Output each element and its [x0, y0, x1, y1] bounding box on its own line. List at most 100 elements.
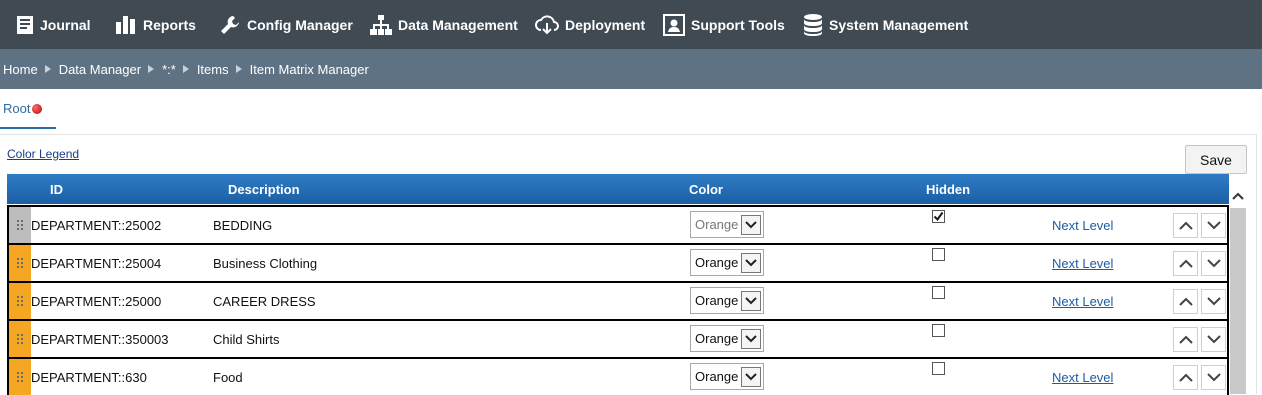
- drag-handle-icon[interactable]: [9, 359, 31, 395]
- breadcrumb-item-matrix-manager: Item Matrix Manager: [249, 61, 369, 77]
- grid-header: ID Description Color Hidden: [7, 174, 1229, 204]
- move-down-button[interactable]: [1201, 327, 1226, 352]
- next-level-link[interactable]: Next Level: [1052, 370, 1113, 385]
- drag-handle-icon[interactable]: [9, 283, 31, 319]
- scrollbar-thumb[interactable]: [1230, 208, 1246, 394]
- hidden-checkbox[interactable]: [932, 210, 945, 223]
- nav-system-management[interactable]: System Management: [803, 0, 968, 49]
- nav-reports-label: Reports: [143, 16, 196, 33]
- hidden-checkbox[interactable]: [932, 324, 945, 337]
- next-level-link[interactable]: Next Level: [1052, 218, 1113, 233]
- book-icon: [16, 15, 40, 35]
- database-icon: [803, 13, 829, 37]
- nav-journal[interactable]: Journal: [16, 0, 91, 49]
- status-dot-icon: [32, 104, 43, 114]
- tab-root-label: Root: [3, 101, 31, 116]
- user-badge-icon: [663, 13, 691, 36]
- chevron-up-icon: [1178, 221, 1193, 230]
- column-header-color[interactable]: Color: [689, 182, 723, 197]
- breadcrumb-wildcard[interactable]: *:*: [162, 62, 176, 77]
- color-select[interactable]: Orange: [690, 211, 764, 238]
- nav-journal-label: Journal: [40, 16, 91, 33]
- breadcrumb-home[interactable]: Home: [3, 62, 38, 77]
- row-id: DEPARTMENT::350003: [31, 332, 169, 347]
- hidden-checkbox[interactable]: [932, 248, 945, 261]
- chevron-down-icon: [1206, 297, 1221, 306]
- nav-data-management-label: Data Management: [398, 16, 518, 33]
- chevron-down-icon: [1206, 335, 1221, 344]
- tab-root[interactable]: Root: [0, 89, 56, 129]
- nav-deployment[interactable]: Deployment: [535, 0, 645, 49]
- hidden-checkbox[interactable]: [932, 362, 945, 375]
- move-up-button[interactable]: [1173, 289, 1198, 314]
- checkmark-icon: [933, 211, 944, 222]
- drag-handle-icon[interactable]: [9, 207, 31, 243]
- table-row: DEPARTMENT::25002 BEDDING Orange Next Le…: [7, 205, 1229, 243]
- top-nav: Journal Reports Config Manager Data Mana…: [0, 0, 1262, 49]
- table-row: DEPARTMENT::350003 Child Shirts Orange: [7, 319, 1229, 357]
- drag-handle-icon[interactable]: [9, 321, 31, 357]
- row-description: CAREER DRESS: [213, 294, 316, 309]
- move-down-button[interactable]: [1201, 289, 1226, 314]
- chevron-up-icon: [1231, 192, 1244, 200]
- cloud-download-icon: [535, 14, 565, 36]
- hidden-checkbox[interactable]: [932, 286, 945, 299]
- scroll-up-button[interactable]: [1229, 186, 1246, 206]
- chevron-up-icon: [1178, 373, 1193, 382]
- breadcrumb-separator-icon: [182, 65, 189, 73]
- breadcrumb-separator-icon: [235, 65, 242, 73]
- color-select[interactable]: Orange: [690, 325, 764, 352]
- next-level-link[interactable]: Next Level: [1052, 294, 1113, 309]
- move-up-button[interactable]: [1173, 213, 1198, 238]
- move-up-button[interactable]: [1173, 327, 1198, 352]
- column-header-description[interactable]: Description: [228, 182, 300, 197]
- color-select[interactable]: Orange: [690, 363, 764, 390]
- color-select-value: Orange: [695, 331, 739, 346]
- color-select[interactable]: Orange: [690, 287, 764, 314]
- nav-config-manager-label: Config Manager: [247, 16, 353, 33]
- chevron-down-icon: [1206, 259, 1221, 268]
- table-row: DEPARTMENT::630 Food Orange Next Level: [7, 357, 1229, 395]
- breadcrumb-separator-icon: [148, 65, 155, 73]
- nav-reports[interactable]: Reports: [115, 0, 196, 49]
- nav-config-manager[interactable]: Config Manager: [219, 0, 353, 49]
- move-up-button[interactable]: [1173, 251, 1198, 276]
- color-legend-link[interactable]: Color Legend: [7, 147, 79, 161]
- bar-chart-icon: [115, 15, 143, 35]
- row-id: DEPARTMENT::630: [31, 370, 147, 385]
- move-down-button[interactable]: [1201, 365, 1226, 390]
- breadcrumb-items[interactable]: Items: [197, 62, 229, 77]
- color-select-value: Orange: [695, 217, 739, 232]
- chevron-up-icon: [1178, 259, 1193, 268]
- nav-deployment-label: Deployment: [565, 16, 646, 33]
- nav-support-tools-label: Support Tools: [691, 16, 785, 33]
- row-description: Food: [213, 370, 243, 385]
- move-down-button[interactable]: [1201, 251, 1226, 276]
- save-button[interactable]: Save: [1185, 145, 1247, 174]
- chevron-up-icon: [1178, 335, 1193, 344]
- nav-support-tools[interactable]: Support Tools: [663, 0, 785, 49]
- color-select-value: Orange: [695, 369, 739, 384]
- breadcrumb-data-manager[interactable]: Data Manager: [59, 62, 141, 77]
- nav-system-management-label: System Management: [829, 16, 969, 33]
- drag-handle-icon[interactable]: [9, 245, 31, 281]
- row-description: Child Shirts: [213, 332, 280, 347]
- nav-data-management[interactable]: Data Management: [370, 0, 518, 49]
- row-id: DEPARTMENT::25004: [31, 256, 162, 271]
- next-level-link[interactable]: Next Level: [1052, 256, 1113, 271]
- tab-bar: Root: [0, 89, 1262, 129]
- column-header-id[interactable]: ID: [50, 182, 63, 197]
- chevron-down-icon: [741, 214, 761, 235]
- breadcrumb: Home Data Manager *:* Items Item Matrix …: [0, 49, 1262, 89]
- row-id: DEPARTMENT::25000: [31, 294, 162, 309]
- move-up-button[interactable]: [1173, 365, 1198, 390]
- color-select[interactable]: Orange: [690, 249, 764, 276]
- column-header-hidden[interactable]: Hidden: [926, 182, 970, 197]
- row-id: DEPARTMENT::25002: [31, 218, 162, 233]
- move-down-button[interactable]: [1201, 213, 1226, 238]
- wrench-icon: [219, 14, 247, 36]
- breadcrumb-separator-icon: [44, 65, 51, 73]
- chevron-down-icon: [741, 366, 761, 387]
- table-row: DEPARTMENT::25000 CAREER DRESS Orange Ne…: [7, 281, 1229, 319]
- chevron-down-icon: [741, 328, 761, 349]
